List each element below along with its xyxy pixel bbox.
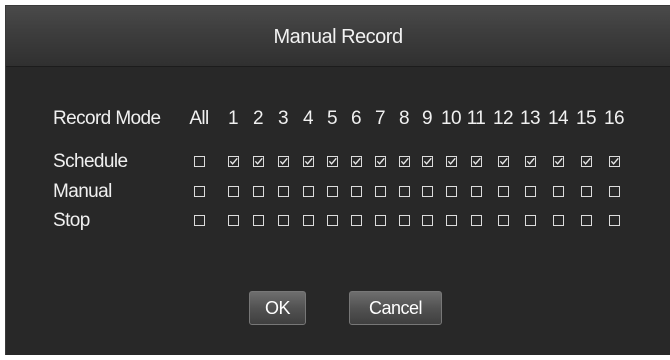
manual-record-dialog: Manual Record Record Mode All 1 2 3 4 5 6 7 8 9 10… [5,5,670,355]
stop-channel-6-checkbox[interactable] [350,215,362,226]
checkmark-icon [352,157,361,165]
record-mode-header: Record Mode [53,108,161,129]
stop-channel-10-checkbox[interactable] [445,215,457,226]
schedule-channel-13-checkbox[interactable] [524,156,536,167]
schedule-channel-1-checkbox[interactable] [227,156,239,167]
channel-header-12: 12 [493,108,514,129]
channel-header-16: 16 [604,108,625,129]
stop-channel-5-checkbox[interactable] [326,215,338,226]
stop-channel-12-checkbox[interactable] [497,215,509,226]
all-column-header: All [189,108,209,129]
record-mode-grid: Record Mode All 1 2 3 4 5 6 7 8 9 10 11 12 13 14 15 16 Sc… [6,6,670,355]
checkmark-icon [304,157,313,165]
schedule-channel-15-checkbox[interactable] [580,156,592,167]
stop-channel-8-checkbox[interactable] [398,215,410,226]
checkmark-icon [472,157,481,165]
schedule-all-checkbox[interactable] [193,156,205,167]
schedule-channel-16-checkbox[interactable] [608,156,620,167]
stop-channel-7-checkbox[interactable] [374,215,386,226]
manual-channel-11-checkbox[interactable] [470,186,482,197]
manual-channel-6-checkbox[interactable] [350,186,362,197]
stop-channel-9-checkbox[interactable] [421,215,433,226]
manual-all-checkbox[interactable] [193,186,205,197]
row-label-schedule: Schedule [53,151,128,172]
schedule-channel-12-checkbox[interactable] [497,156,509,167]
manual-channel-13-checkbox[interactable] [524,186,536,197]
manual-channel-7-checkbox[interactable] [374,186,386,197]
checkmark-icon [423,157,432,165]
schedule-channel-14-checkbox[interactable] [552,156,564,167]
manual-channel-10-checkbox[interactable] [445,186,457,197]
checkmark-icon [526,157,535,165]
manual-channel-8-checkbox[interactable] [398,186,410,197]
row-label-manual: Manual [53,181,112,202]
schedule-channel-2-checkbox[interactable] [252,156,264,167]
cancel-button[interactable]: Cancel [349,291,442,325]
manual-channel-3-checkbox[interactable] [277,186,289,197]
schedule-channel-10-checkbox[interactable] [445,156,457,167]
manual-channel-15-checkbox[interactable] [580,186,592,197]
checkmark-icon [400,157,409,165]
checkmark-icon [499,157,508,165]
schedule-channel-7-checkbox[interactable] [374,156,386,167]
stop-channel-3-checkbox[interactable] [277,215,289,226]
schedule-channel-5-checkbox[interactable] [326,156,338,167]
stop-channel-14-checkbox[interactable] [552,215,564,226]
stop-channel-11-checkbox[interactable] [470,215,482,226]
channel-header-15: 15 [576,108,597,129]
stop-channel-15-checkbox[interactable] [580,215,592,226]
schedule-channel-11-checkbox[interactable] [470,156,482,167]
ok-button[interactable]: OK [249,291,306,325]
checkmark-icon [279,157,288,165]
stop-channel-4-checkbox[interactable] [302,215,314,226]
stop-channel-16-checkbox[interactable] [608,215,620,226]
manual-channel-9-checkbox[interactable] [421,186,433,197]
checkmark-icon [582,157,591,165]
manual-channel-1-checkbox[interactable] [227,186,239,197]
manual-channel-14-checkbox[interactable] [552,186,564,197]
checkmark-icon [328,157,337,165]
checkmark-icon [447,157,456,165]
checkmark-icon [554,157,563,165]
stop-channel-13-checkbox[interactable] [524,215,536,226]
checkmark-icon [229,157,238,165]
channel-header-14: 14 [548,108,569,129]
checkmark-icon [254,157,263,165]
manual-channel-5-checkbox[interactable] [326,186,338,197]
schedule-channel-4-checkbox[interactable] [302,156,314,167]
manual-channel-4-checkbox[interactable] [302,186,314,197]
checkmark-icon [376,157,385,165]
schedule-channel-9-checkbox[interactable] [421,156,433,167]
schedule-channel-8-checkbox[interactable] [398,156,410,167]
row-label-stop: Stop [53,210,90,231]
schedule-channel-6-checkbox[interactable] [350,156,362,167]
manual-channel-2-checkbox[interactable] [252,186,264,197]
stop-channel-2-checkbox[interactable] [252,215,264,226]
stop-all-checkbox[interactable] [193,215,205,226]
manual-channel-12-checkbox[interactable] [497,186,509,197]
stop-channel-1-checkbox[interactable] [227,215,239,226]
channel-header-11: 11 [466,108,486,129]
schedule-channel-3-checkbox[interactable] [277,156,289,167]
checkmark-icon [610,157,619,165]
manual-channel-16-checkbox[interactable] [608,186,620,197]
channel-header-13: 13 [520,108,541,129]
